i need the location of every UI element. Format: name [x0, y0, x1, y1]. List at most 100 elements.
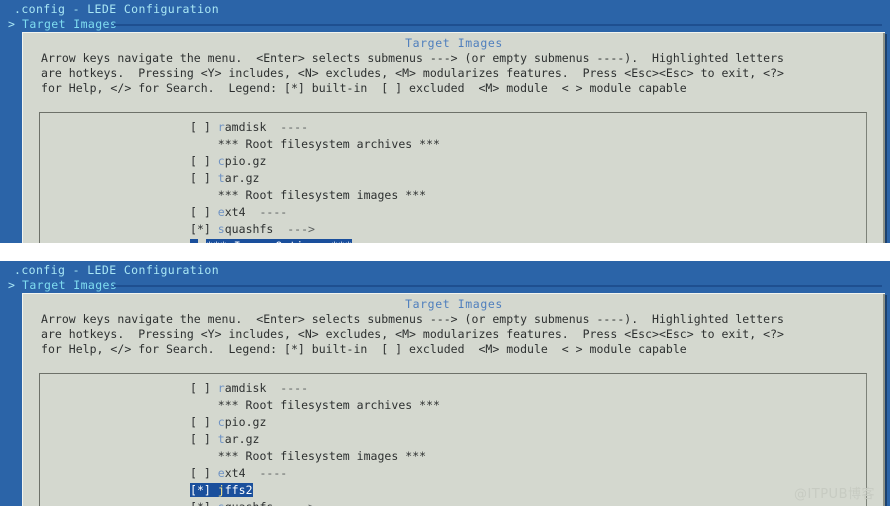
checkbox-marker[interactable]: [ ]	[190, 205, 218, 219]
menu-item-label: *** Root filesystem images ***	[217, 188, 427, 202]
checkbox-marker[interactable]: [*]	[190, 222, 218, 236]
menu-item-label: quashfs	[224, 222, 274, 236]
help-line: for Help, </> for Search. Legend: [*] bu…	[41, 81, 687, 95]
hotkey-letter: e	[217, 205, 225, 219]
menu-item-indent	[190, 137, 218, 151]
menu-item-option[interactable]: [*] squashfs --->	[190, 499, 830, 506]
breadcrumb-label: Target Images	[22, 278, 118, 292]
menu-item-content: [ ] tar.gz	[190, 432, 259, 446]
menu-item-content: [ ] tar.gz	[190, 171, 259, 185]
checkbox-marker[interactable]: [*]	[190, 483, 218, 497]
checkbox-marker[interactable]: [ ]	[190, 381, 218, 395]
menu-item-option[interactable]: [ ] tar.gz	[190, 431, 830, 448]
menu-item-heading[interactable]: *** Root filesystem archives ***	[190, 136, 830, 153]
menu-item-suffix: ----	[266, 120, 309, 134]
hotkey-letter: r	[217, 381, 225, 395]
menu-item-label: ar.gz	[224, 432, 260, 446]
menu-item-content: [*] squashfs	[190, 222, 273, 236]
dialog-title: Target Images	[405, 297, 503, 311]
help-line: are hotkeys. Pressing <Y> includes, <N> …	[41, 327, 784, 341]
menu-frame-top: [ ] ramdisk ---- *** Root filesystem arc…	[39, 112, 867, 243]
menuconfig-dialog-bottom: Target Images Arrow keys navigate the me…	[22, 293, 885, 506]
menu-item-option[interactable]: [ ] cpio.gz	[190, 414, 830, 431]
breadcrumb-arrow-icon: >	[8, 278, 15, 292]
menu-list-top[interactable]: [ ] ramdisk ---- *** Root filesystem arc…	[190, 119, 830, 243]
hotkey-letter: c	[217, 415, 225, 429]
app-title: .config - LEDE Configuration	[14, 2, 220, 16]
help-line: Arrow keys navigate the menu. <Enter> se…	[41, 312, 784, 326]
help-line: are hotkeys. Pressing <Y> includes, <N> …	[41, 66, 784, 80]
hotkey-letter: t	[217, 432, 225, 446]
menu-item-option[interactable]: [*] squashfs --->	[190, 221, 830, 238]
checkbox-marker[interactable]: [*]	[190, 500, 218, 506]
menu-item-suffix: --->	[273, 222, 316, 236]
menu-item-heading[interactable]: *** Root filesystem images ***	[190, 187, 830, 204]
menu-item-label: *** Root filesystem archives ***	[217, 137, 440, 151]
menu-item-heading[interactable]: *** Root filesystem images ***	[190, 448, 830, 465]
breadcrumb: > Target Images	[8, 17, 888, 31]
hotkey-letter: s	[218, 500, 225, 506]
breadcrumb-rule	[114, 24, 882, 26]
dialog-right-edge	[883, 294, 885, 506]
menu-item-option[interactable]: [ ] ext4 ----	[190, 465, 830, 482]
menu-item-suffix: ----	[266, 381, 309, 395]
menu-item-content: [ ] ext4	[190, 466, 246, 480]
hotkey-letter: t	[217, 171, 225, 185]
menu-item-label: ffs2	[224, 483, 253, 497]
help-text-block: Arrow keys navigate the menu. <Enter> se…	[41, 51, 877, 96]
menu-item-suffix: ----	[245, 466, 288, 480]
menu-item-option[interactable]: [ ] tar.gz	[190, 170, 830, 187]
menu-item-label: *** Root filesystem images ***	[217, 449, 427, 463]
menu-item-option[interactable]: [ ] ramdisk ----	[190, 380, 830, 397]
menu-item-content: [ ] cpio.gz	[190, 154, 266, 168]
menu-item-indent	[190, 449, 218, 463]
menu-item-content: [*] jffs2	[190, 483, 253, 497]
menu-item-option[interactable]: [*] jffs2	[190, 482, 830, 499]
menu-item-label: pio.gz	[224, 154, 267, 168]
menu-item-label: pio.gz	[224, 415, 267, 429]
menu-item-heading[interactable]: *** Root filesystem archives ***	[190, 397, 830, 414]
menu-item-option[interactable]: [ ] ext4 ----	[190, 204, 830, 221]
menu-item-label: quashfs	[225, 500, 274, 506]
breadcrumb-arrow-icon: >	[8, 17, 15, 31]
menu-item-label: xt4	[224, 205, 246, 219]
help-text-block: Arrow keys navigate the menu. <Enter> se…	[41, 312, 877, 357]
checkbox-marker[interactable]: [ ]	[190, 171, 218, 185]
hotkey-letter: c	[217, 154, 225, 168]
menu-item-label: xt4	[224, 466, 246, 480]
menu-item-label: amdisk	[224, 381, 267, 395]
hotkey-letter: s	[217, 222, 225, 236]
title-bar-top: .config - LEDE Configuration > Target Im…	[0, 0, 890, 32]
menu-item-option[interactable]: [ ] ramdisk ----	[190, 119, 830, 136]
menu-item-content: [ ] ext4	[190, 205, 246, 219]
menu-list-bottom[interactable]: [ ] ramdisk ---- *** Root filesystem arc…	[190, 380, 830, 506]
title-bar-bottom: .config - LEDE Configuration > Target Im…	[0, 261, 890, 293]
menu-item-indent	[190, 398, 218, 412]
app-title: .config - LEDE Configuration	[14, 263, 220, 277]
checkbox-marker[interactable]: [ ]	[190, 154, 218, 168]
watermark: @ITPUB博客	[793, 487, 875, 502]
menu-item-suffix: ----	[245, 205, 288, 219]
menu-item-label: *** Root filesystem archives ***	[217, 398, 440, 412]
menu-frame-bottom: [ ] ramdisk ---- *** Root filesystem arc…	[39, 373, 867, 506]
menu-item-content: [ ] cpio.gz	[190, 415, 266, 429]
checkbox-marker[interactable]: [ ]	[190, 432, 218, 446]
terminal-screen-bottom: .config - LEDE Configuration > Target Im…	[0, 261, 890, 506]
hotkey-letter: e	[217, 466, 225, 480]
dialog-right-edge	[883, 33, 885, 243]
checkbox-marker[interactable]: [ ]	[190, 415, 218, 429]
checkbox-marker[interactable]: [ ]	[190, 120, 218, 134]
dialog-title: Target Images	[405, 36, 503, 50]
breadcrumb: > Target Images	[8, 278, 888, 292]
menu-item-label: amdisk	[224, 120, 267, 134]
menu-item-option[interactable]: [ ] cpio.gz	[190, 153, 830, 170]
hotkey-letter: r	[217, 120, 225, 134]
breadcrumb-label: Target Images	[22, 17, 118, 31]
help-line: for Help, </> for Search. Legend: [*] bu…	[41, 342, 687, 356]
menu-item-suffix: --->	[273, 500, 315, 506]
checkbox-marker[interactable]: [ ]	[190, 466, 218, 480]
menu-item-label: ar.gz	[224, 171, 260, 185]
menu-item-content: [ ] ramdisk	[190, 120, 266, 134]
help-line: Arrow keys navigate the menu. <Enter> se…	[41, 51, 784, 65]
menuconfig-dialog-top: Target Images Arrow keys navigate the me…	[22, 32, 885, 243]
